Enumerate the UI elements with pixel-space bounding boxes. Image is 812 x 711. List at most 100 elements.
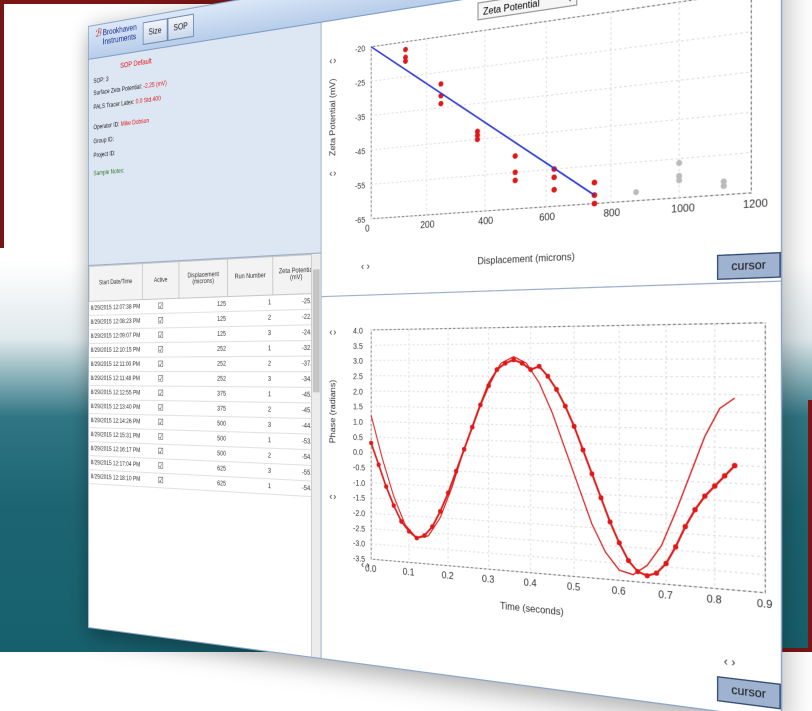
sop-button[interactable]: SOP [167, 13, 194, 42]
cell-run-number: 3 [227, 416, 273, 434]
cell-start-time: 8/29/2015 12:09:07 PM [89, 328, 143, 344]
y-tick-label: 0.5 [353, 434, 363, 443]
cell-start-time: 8/29/2015 12:10:15 PM [89, 342, 143, 358]
scrollbar-thumb[interactable] [312, 269, 320, 393]
sample-notes: Sample Notes: [93, 168, 125, 178]
y-tick-label: 0.0 [353, 449, 363, 458]
col-start-time[interactable]: Start Date/Time [89, 263, 143, 302]
cell-active-checkbox[interactable]: ☑ [142, 443, 180, 460]
tracer-value: 0.0 Std.400 [135, 96, 161, 106]
operator-id: Operator ID: Mike Dobson [93, 118, 149, 131]
y-axis-label: Phase (radians) [328, 379, 337, 443]
x-tick-label: 0.0 [365, 563, 376, 575]
cell-active-checkbox[interactable]: ☑ [142, 400, 180, 416]
data-point [554, 387, 559, 393]
cell-start-time: 8/29/2015 12:13:40 PM [89, 399, 143, 415]
operator-label: Operator ID: [93, 121, 121, 132]
y-tick-label: -2.0 [353, 510, 365, 519]
cell-run-number: 1 [227, 340, 273, 357]
y-tick-label: -1.0 [353, 479, 365, 488]
cell-active-checkbox[interactable]: ☑ [142, 356, 180, 372]
size-button[interactable]: Size [142, 18, 168, 46]
x-nav-arrows[interactable]: ‹ › [361, 260, 370, 272]
x-axis-label: Time (seconds) [500, 600, 564, 618]
cell-run-number: 2 [227, 356, 273, 372]
cell-active-checkbox[interactable]: ☑ [142, 414, 180, 431]
x-tick-label: 400 [478, 215, 493, 227]
cell-active-checkbox[interactable]: ☑ [142, 429, 180, 445]
cell-active-checkbox[interactable]: ☑ [142, 342, 180, 358]
col-run-number[interactable]: Run Number [227, 256, 273, 297]
x-tick-label: 0.9 [757, 597, 773, 611]
operator-value: Mike Dobson [120, 118, 150, 128]
y-tick-label: -35 [355, 114, 365, 124]
cell-displacement: 125 [179, 296, 228, 313]
col-active[interactable]: Active [142, 261, 180, 300]
cell-displacement: 500 [179, 415, 228, 432]
table-scrollbar[interactable] [310, 253, 321, 658]
zeta-scatter-chart: Zeta Potential (mV) Displacement (micron… [328, 0, 768, 275]
table-row[interactable]: 8/29/2015 12:10:15 PM☑2521-32.41 [89, 340, 321, 358]
cell-active-checkbox[interactable]: ☑ [142, 298, 180, 314]
cell-start-time: 8/29/2015 12:11:00 PM [89, 357, 143, 372]
runs-table-panel: Start Date/Time Active Displacement (mic… [88, 253, 322, 659]
cell-active-checkbox[interactable]: ☑ [142, 371, 180, 387]
cursor-button[interactable]: cursor [716, 251, 781, 280]
x-tick-label: 600 [539, 211, 555, 224]
y-axis-label: Zeta Potential (mV) [328, 77, 337, 156]
cell-active-checkbox[interactable]: ☑ [142, 312, 180, 329]
y-tick-label: -2.5 [353, 525, 365, 534]
data-point [511, 357, 516, 363]
y-tick-label: -3.5 [353, 555, 365, 564]
x-tick-label: 0.7 [658, 588, 672, 602]
col-displacement[interactable]: Displacement (microns) [179, 259, 228, 299]
sop-info-panel: SOP Default SOP: 3 Surface Zeta Potentia… [88, 22, 322, 266]
y-tick-label: 1.5 [353, 403, 363, 412]
surface-zeta-value: -2.25 (mV) [143, 80, 167, 91]
x-tick-label: 0.2 [442, 569, 454, 581]
cell-active-checkbox[interactable]: ☑ [142, 327, 180, 343]
cell-active-checkbox[interactable]: ☑ [142, 472, 180, 489]
cell-run-number: 1 [227, 386, 273, 403]
cell-displacement: 375 [179, 400, 228, 417]
plot-area [371, 0, 751, 219]
cell-run-number: 1 [227, 431, 273, 449]
cell-displacement: 252 [179, 356, 228, 372]
x-tick-label: 800 [603, 206, 620, 219]
cell-displacement: 252 [179, 371, 228, 387]
runs-table: Start Date/Time Active Displacement (mic… [89, 254, 321, 498]
x-tick-label: 200 [420, 219, 434, 231]
y-tick-label: -65 [355, 217, 365, 226]
table-row[interactable]: 8/29/2015 12:11:00 PM☑2522-37.18 [89, 356, 321, 372]
x-tick-label: 0 [365, 223, 370, 234]
y-tick-label: -20 [355, 45, 365, 55]
phase-plot-chart: Phase (radians) Time (seconds) ‹ › ‹ › 0… [328, 282, 773, 669]
project-id: Project ID: [93, 150, 116, 160]
y-tick-label: 2.5 [353, 373, 363, 381]
cell-displacement: 125 [179, 311, 228, 328]
surface-zeta-label: Surface Zeta Potential: [93, 84, 144, 98]
tracer-latex: PALS Tracer Latex: 0.0 Std.400 [93, 96, 160, 111]
cell-start-time: 8/29/2015 12:18:10 PM [89, 469, 143, 487]
y-tick-label: -45 [355, 148, 365, 157]
x-tick-label: 0.1 [403, 566, 415, 578]
phase-chart-panel: ‹› ‹› Phase (radians) Time (seconds) ‹ ›… [321, 281, 781, 711]
y-tick-label: -55 [355, 182, 365, 191]
tracer-label: PALS Tracer Latex: [93, 99, 136, 112]
pan-arrows[interactable]: ‹ › [724, 654, 736, 669]
cell-start-time: 8/29/2015 12:12:55 PM [89, 385, 143, 401]
cell-active-checkbox[interactable]: ☑ [142, 385, 180, 401]
cell-start-time: 8/29/2015 12:08:23 PM [89, 313, 143, 330]
cell-run-number: 2 [227, 310, 273, 327]
y-tick-label: -0.5 [353, 464, 365, 473]
cell-run-number: 3 [227, 325, 273, 342]
y-tick-label: -3.0 [353, 540, 365, 549]
cell-start-time: 8/29/2015 12:07:38 PM [89, 299, 143, 316]
cell-start-time: 8/29/2015 12:11:48 PM [89, 371, 143, 386]
brand-logo: ℬ Brookhaven Instruments [95, 22, 141, 54]
cell-displacement: 375 [179, 386, 228, 402]
x-tick-label: 1000 [671, 201, 694, 215]
group-id: Group ID: [93, 136, 114, 146]
data-point [536, 363, 542, 369]
app-window: ℬ Brookhaven Instruments Size SOP SOP Def… [88, 0, 783, 711]
